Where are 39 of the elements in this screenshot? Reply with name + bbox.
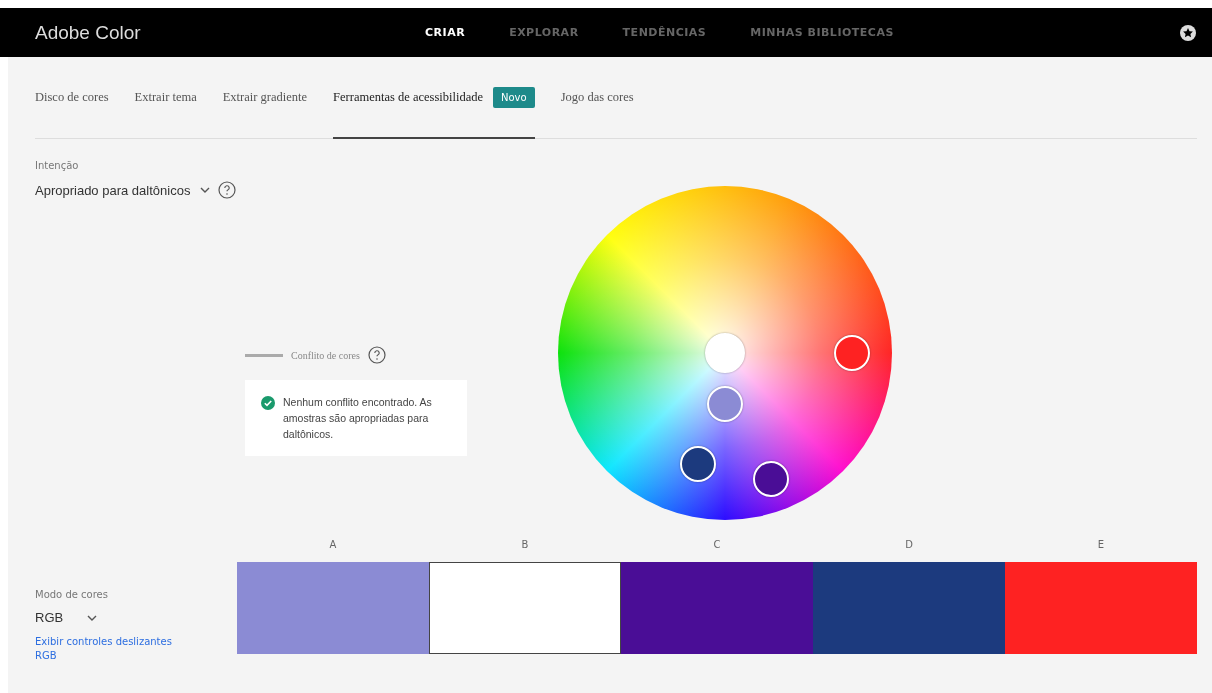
color-marker[interactable]	[753, 461, 789, 498]
nav-link[interactable]: EXPLORAR	[509, 26, 579, 39]
sliders-link[interactable]: Exibir controles deslizantes RGB	[35, 635, 185, 663]
message-text: Nenhum conflito encontrado. As amostras são apropriadas para daltônicos.	[283, 395, 433, 442]
color-marker[interactable]	[679, 446, 716, 483]
color-swatch[interactable]	[813, 562, 1005, 654]
app-title: Adobe Color	[35, 21, 142, 44]
color-marker[interactable]	[705, 333, 745, 373]
color-mode-label: Modo de cores	[35, 589, 109, 600]
nav-link[interactable]: MINHAS BIBLIOTECAS	[750, 26, 894, 39]
swatch-label: B	[521, 539, 529, 550]
tab[interactable]: Jogo das cores	[560, 90, 634, 105]
help-icon[interactable]	[218, 181, 237, 199]
nav-link[interactable]: TENDÊNCIAS	[622, 26, 707, 39]
intent-dropdown[interactable]: Apropriado para daltônicos	[35, 182, 211, 198]
swatch-label: C	[713, 539, 721, 550]
color-marker[interactable]	[707, 385, 743, 422]
color-swatch[interactable]	[621, 562, 813, 654]
swatch-label: A	[329, 539, 337, 550]
chevron-icon	[200, 187, 211, 193]
tab[interactable]: Disco de cores	[35, 90, 109, 105]
color-swatch[interactable]	[429, 562, 621, 654]
color-swatch[interactable]	[237, 562, 429, 654]
intent-label: Intenção	[35, 160, 80, 171]
legend-label: Conflito de cores	[291, 349, 360, 361]
new-badge: Novo	[493, 87, 535, 108]
tab[interactable]: Ferramentas de acessibilidade	[333, 90, 483, 105]
color-swatch[interactable]	[1005, 562, 1197, 654]
swatch-label: D	[905, 539, 913, 550]
tab[interactable]: Extrair tema	[134, 90, 197, 105]
swatch-label: E	[1097, 539, 1105, 550]
check-icon	[261, 396, 275, 410]
help-icon[interactable]	[367, 346, 386, 364]
color-mode-dropdown[interactable]: RGB	[35, 610, 237, 625]
legend-line	[245, 353, 283, 357]
nav-link[interactable]: CRIAR	[425, 26, 466, 39]
tab[interactable]: Extrair gradiente	[222, 90, 308, 105]
chevron-icon	[87, 614, 98, 621]
color-marker[interactable]	[834, 335, 871, 371]
